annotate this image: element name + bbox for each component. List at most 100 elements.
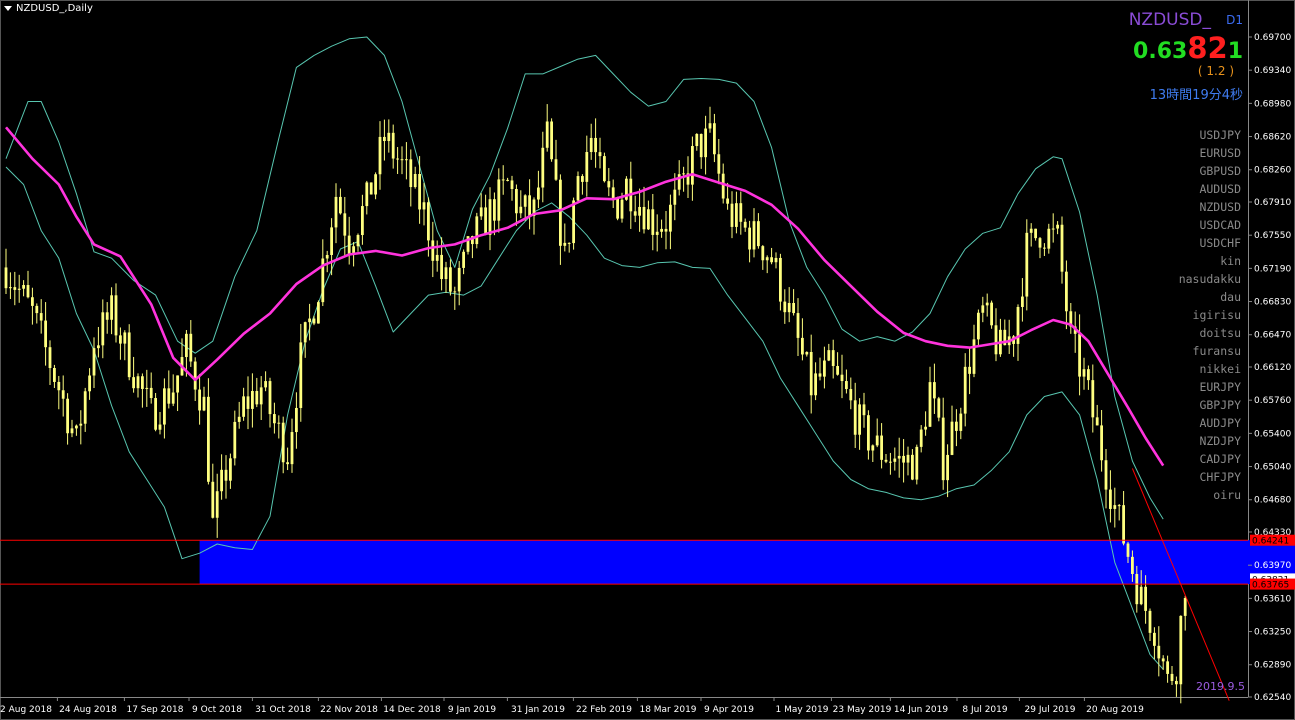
- candle-body: [752, 221, 756, 250]
- candle-body: [13, 287, 17, 290]
- candle-body: [343, 213, 347, 236]
- date-tick-label: 29 Jul 2019: [1025, 705, 1076, 715]
- candle-body: [845, 381, 848, 390]
- candle-body: [1157, 645, 1161, 659]
- candle-body: [171, 392, 175, 404]
- candle-body: [391, 132, 395, 159]
- candle-body: [809, 352, 813, 396]
- candle-body: [1038, 238, 1042, 248]
- candle-body: [915, 446, 919, 480]
- candle-body: [796, 313, 800, 338]
- date-tick-label: 14 Dec 2018: [383, 705, 441, 715]
- date-tick-label: 24 Aug 2018: [59, 705, 117, 715]
- candle-body: [330, 227, 333, 255]
- candle-body: [1034, 228, 1037, 239]
- candle-body: [1183, 598, 1187, 616]
- pair-item: dau: [1220, 290, 1241, 304]
- candle-body: [198, 389, 201, 411]
- candle-body: [748, 227, 751, 250]
- price-tick-label: 0.65760: [1254, 396, 1291, 406]
- price-tick-label: 0.65400: [1254, 429, 1291, 439]
- candle-body: [409, 159, 413, 188]
- candle-body: [237, 416, 241, 422]
- candle-body: [123, 332, 127, 344]
- candle-body: [308, 318, 311, 323]
- candle-body: [268, 381, 272, 415]
- candle-body: [1117, 505, 1121, 507]
- candle-body: [1060, 224, 1064, 272]
- pair-item: NZDJPY: [1199, 434, 1241, 448]
- candle-body: [79, 423, 83, 426]
- price-tick-label: 0.63610: [1254, 594, 1291, 604]
- candle-body: [202, 396, 206, 411]
- pair-item: nikkei: [1199, 362, 1241, 376]
- candle-body: [97, 345, 100, 349]
- candle-body: [911, 454, 914, 480]
- pair-item: USDCHF: [1199, 236, 1241, 250]
- candle-body: [831, 350, 835, 367]
- candle-body: [246, 396, 250, 409]
- candle-body: [312, 318, 316, 324]
- pair-item: EURJPY: [1199, 380, 1241, 394]
- candle-timer: 13時間19分4秒: [1149, 88, 1243, 103]
- pair-list: USDJPY EURUSD GBPUSD AUDUSD NZDUSD USDCAD USDC…: [1179, 126, 1241, 504]
- candle-body: [224, 469, 228, 481]
- candle-body: [506, 179, 509, 181]
- candle-body: [35, 305, 39, 314]
- candle-body: [774, 257, 778, 263]
- candle-body: [805, 352, 809, 355]
- timeframe-label: D1: [1226, 13, 1243, 27]
- candle-body: [959, 413, 963, 431]
- candle-body: [1131, 556, 1134, 574]
- candle-body: [673, 189, 677, 205]
- candle-body: [1175, 680, 1178, 685]
- candle-body: [405, 159, 408, 161]
- candle-body: [105, 312, 109, 320]
- pair-item: oiru: [1213, 488, 1241, 502]
- date-tick-label: 22 Feb 2019: [576, 705, 632, 715]
- price-label-bottom: 0.63765: [1252, 581, 1289, 591]
- candle-body: [273, 414, 276, 424]
- pair-item: kin: [1220, 254, 1241, 268]
- candle-body: [365, 182, 369, 207]
- pair-item: EURUSD: [1199, 146, 1241, 160]
- candle-body: [281, 422, 285, 463]
- candle-body: [53, 367, 56, 382]
- candle-body: [422, 202, 426, 210]
- candle-body: [259, 387, 263, 405]
- price-chart[interactable]: 0.69700 0.69340 0.68980 0.68620 0.68260 0.679…: [0, 0, 1295, 720]
- candle-body: [836, 366, 839, 375]
- candle-body: [189, 333, 193, 362]
- candle-body: [660, 228, 663, 232]
- dropdown-icon[interactable]: [4, 5, 12, 11]
- candle-body: [493, 199, 496, 221]
- date-tick-label: 9 Apr 2019: [704, 705, 754, 715]
- pair-item: doitsu: [1199, 326, 1241, 340]
- candle-body: [369, 182, 373, 195]
- candle-body: [484, 207, 487, 235]
- candle-body: [933, 382, 936, 399]
- candle-body: [154, 398, 157, 430]
- candle-body: [823, 360, 826, 377]
- candle-body: [642, 206, 646, 230]
- candle-body: [378, 136, 382, 175]
- candle-body: [1126, 543, 1130, 557]
- candle-body: [523, 195, 527, 207]
- candle-body: [537, 187, 540, 200]
- candle-body: [83, 391, 87, 424]
- candle-body: [559, 179, 562, 246]
- candle-body: [114, 295, 118, 336]
- candle-body: [950, 421, 954, 455]
- candle-body: [814, 373, 817, 396]
- pair-item: AUDJPY: [1199, 416, 1241, 430]
- candle-body: [589, 137, 593, 153]
- candle-body: [1148, 610, 1152, 633]
- candle-body: [897, 455, 901, 459]
- candle-body: [1047, 228, 1051, 249]
- candle-body: [691, 146, 694, 185]
- candle-body: [75, 425, 78, 429]
- pair-item: AUDUSD: [1199, 182, 1241, 196]
- candle-body: [906, 454, 910, 463]
- candle-body: [17, 288, 21, 290]
- candle-body: [770, 257, 773, 263]
